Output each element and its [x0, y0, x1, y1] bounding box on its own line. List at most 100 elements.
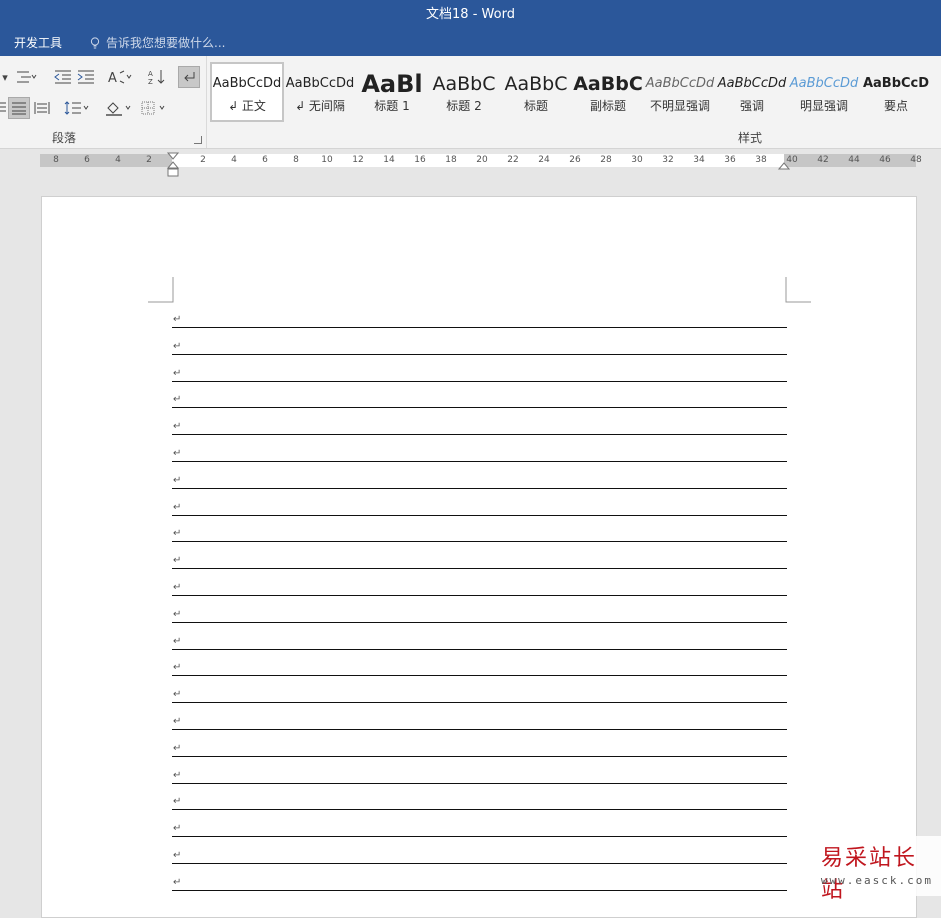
paragraph-line[interactable]: ↵ — [172, 355, 787, 382]
line-spacing-icon — [64, 101, 89, 115]
paragraph-line[interactable]: ↵ — [172, 596, 787, 623]
style-name: 要点 — [883, 99, 908, 113]
paragraph-mark: ↵ — [173, 850, 182, 861]
line-spacing-button[interactable] — [62, 97, 92, 119]
tell-me-box[interactable]: 告诉我您想要做什么... — [90, 30, 225, 56]
paragraph-line[interactable]: ↵ — [172, 810, 787, 838]
paragraph-mark: ↵ — [173, 340, 182, 352]
multilevel-list-button[interactable] — [12, 66, 40, 88]
style-sample: AaBl — [361, 70, 423, 98]
ruler-tick: 8 — [293, 155, 299, 165]
borders-button[interactable] — [139, 97, 169, 119]
justify-button[interactable] — [8, 97, 30, 119]
style-subtitle[interactable]: AaBbC 副标题 — [573, 64, 643, 120]
style-sample: AaBbC — [432, 73, 496, 95]
watermark-cn: 易采站长站 — [821, 846, 918, 903]
style-intense-emphasis[interactable]: AaBbCcDd 明显强调 — [789, 64, 859, 120]
ruler-tick: 16 — [414, 155, 426, 165]
document-page[interactable]: ↵ ↵ ↵ ↵ ↵ ↵ ↵ ↵ ↵ ↵ ↵ ↵ ↵ ↵ ↵ ↵ ↵ ↵ ↵ ↵ ↵ ↵ — [41, 196, 917, 918]
ruler-tick: 18 — [445, 155, 457, 165]
ruler-tick: 42 — [817, 155, 829, 165]
paragraph-line[interactable]: ↵ — [172, 783, 787, 811]
ruler-tick: 22 — [507, 155, 519, 165]
paragraph-mark: ↵ — [173, 608, 182, 620]
style-name: 标题 — [523, 99, 548, 113]
paragraph-mark: ↵ — [173, 582, 182, 593]
ruler-tick: 34 — [693, 155, 705, 165]
paragraph-line[interactable]: ↵ — [172, 730, 787, 757]
paragraph-mark: ↵ — [173, 421, 182, 433]
paragraph-group: ▾ A A Z 段落 — [0, 56, 207, 148]
paragraph-mark: ↵ — [173, 716, 182, 727]
paragraph-mark: ↵ — [173, 635, 182, 647]
paragraph-mark: ↵ — [173, 501, 182, 513]
right-indent-marker-icon[interactable] — [778, 161, 790, 170]
paragraph-line[interactable]: ↵ — [172, 381, 787, 409]
ruler-tick: 30 — [631, 155, 643, 165]
paragraph-line[interactable]: ↵ — [172, 435, 787, 462]
style-name: ↲ 无间隔 — [295, 99, 345, 113]
style-strong[interactable]: AaBbCcD 要点 — [861, 64, 931, 120]
paragraph-line[interactable]: ↵ — [172, 301, 787, 328]
style-normal[interactable]: AaBbCcDd ↲ 正文 — [210, 62, 284, 122]
paragraph-mark: ↵ — [173, 448, 182, 459]
window-title: 文档18 - Word — [426, 7, 515, 22]
tab-developer[interactable]: 开发工具 — [0, 30, 76, 56]
ruler-tick: 44 — [848, 155, 860, 165]
paragraph-line[interactable]: ↵ — [172, 864, 787, 891]
paragraph-mark: ↵ — [173, 823, 182, 835]
ruler-tick: 28 — [600, 155, 612, 165]
ruler-tick: 4 — [231, 155, 237, 165]
paragraph-line[interactable]: ↵ — [172, 489, 787, 516]
ruler-tick: 4 — [115, 155, 121, 165]
paragraph-line[interactable]: ↵ — [172, 649, 787, 677]
paragraph-line[interactable]: ↵ — [172, 757, 787, 784]
style-title[interactable]: AaBbC 标题 — [501, 64, 571, 120]
align-left-icon — [0, 102, 6, 112]
ruler-tick: 14 — [383, 155, 395, 165]
paragraph-line[interactable]: ↵ — [172, 542, 787, 570]
paragraph-mark: ↵ — [173, 367, 182, 379]
ruler-tick: 2 — [200, 155, 206, 165]
paragraph-mark: ↵ — [173, 662, 182, 674]
ruler-tick: 38 — [755, 155, 767, 165]
paragraph-dialog-launcher-icon[interactable] — [194, 136, 202, 144]
ruler-tick: 46 — [879, 155, 891, 165]
paragraph-line[interactable]: ↵ — [172, 837, 787, 864]
style-sample: AaBbC — [573, 73, 643, 95]
styles-group-label: 样式 — [738, 131, 763, 145]
indent-marker-icon[interactable] — [167, 152, 179, 178]
chinese-layout-button[interactable]: A — [105, 66, 135, 88]
decrease-indent-button[interactable] — [52, 66, 74, 88]
paragraph-line[interactable]: ↵ — [172, 328, 787, 355]
lightbulb-icon — [90, 37, 100, 49]
ruler-tick: 24 — [538, 155, 550, 165]
paragraph-line[interactable]: ↵ — [172, 569, 787, 596]
style-subtle-emphasis[interactable]: AaBbCcDd 不明显强调 — [645, 64, 715, 120]
paragraph-mark: ↵ — [173, 555, 182, 567]
ruler-tick: 8 — [53, 155, 59, 165]
paragraph-mark: ↵ — [173, 528, 182, 540]
paragraph-line[interactable]: ↵ — [172, 703, 787, 730]
ruler-tick: 48 — [910, 155, 922, 165]
shading-button[interactable] — [103, 97, 135, 119]
style-name: 标题 1 — [374, 99, 410, 113]
show-paragraph-marks-button[interactable] — [178, 66, 200, 88]
align-left-button[interactable] — [0, 97, 6, 119]
paragraph-line[interactable]: ↵ — [172, 623, 787, 650]
style-emphasis[interactable]: AaBbCcDd 强调 — [717, 64, 787, 120]
paragraph-line[interactable]: ↵ — [172, 676, 787, 704]
chevron-down-icon[interactable]: ▾ — [0, 66, 10, 88]
style-no-spacing[interactable]: AaBbCcDd ↲ 无间隔 — [285, 64, 355, 120]
svg-text:Z: Z — [148, 78, 153, 85]
distributed-button[interactable] — [31, 97, 53, 119]
increase-indent-button[interactable] — [75, 66, 97, 88]
ruler-tick: 20 — [476, 155, 488, 165]
style-name: 标题 2 — [446, 99, 482, 113]
paragraph-line[interactable]: ↵ — [172, 408, 787, 436]
style-heading-2[interactable]: AaBbC 标题 2 — [429, 64, 499, 120]
paragraph-line[interactable]: ↵ — [172, 462, 787, 489]
sort-button[interactable]: A Z — [145, 66, 169, 88]
paragraph-line[interactable]: ↵ — [172, 515, 787, 543]
style-heading-1[interactable]: AaBl 标题 1 — [357, 64, 427, 120]
